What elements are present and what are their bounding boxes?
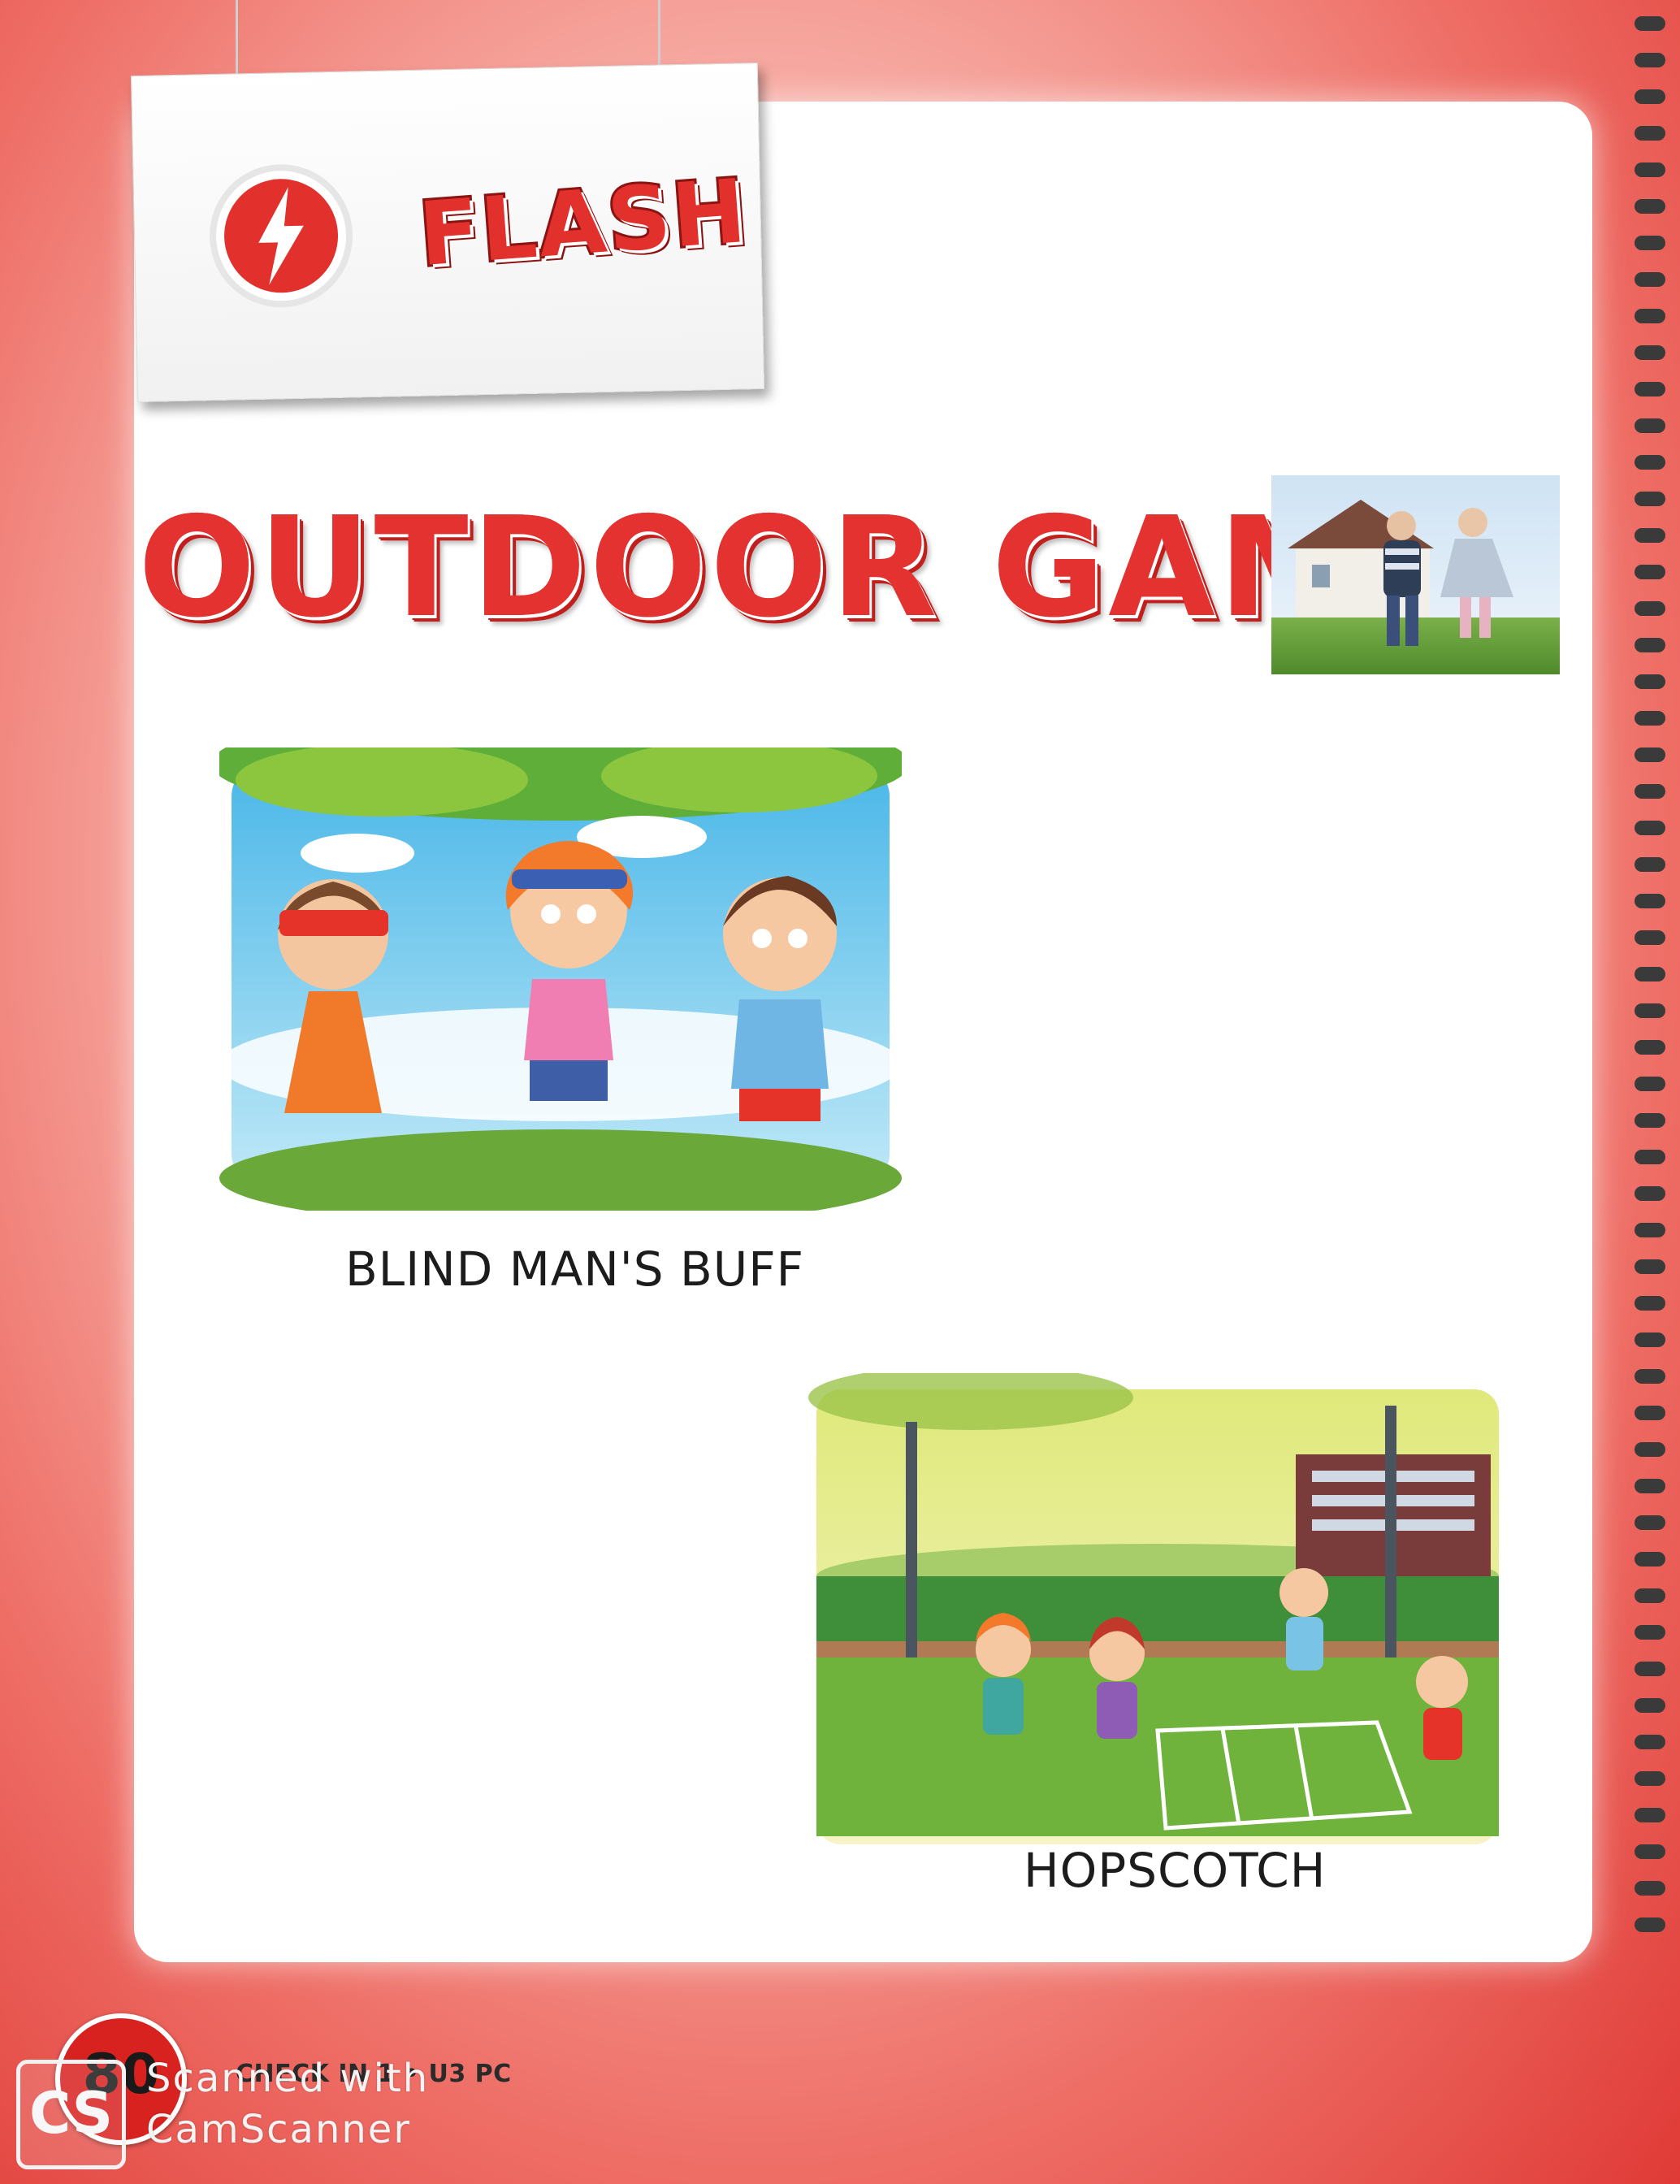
spiral-coil: [1635, 309, 1665, 323]
spiral-coil: [1635, 1077, 1665, 1091]
flash-sign: FLASH: [130, 62, 765, 403]
spiral-coil: [1635, 16, 1665, 31]
spiral-coil: [1635, 1186, 1665, 1201]
spiral-coil: [1635, 89, 1665, 104]
spiral-coil: [1635, 492, 1665, 506]
spiral-coil: [1635, 821, 1665, 835]
spiral-coil: [1635, 1735, 1665, 1749]
caption-blind-mans-buff: BLIND MAN'S BUFF: [345, 1242, 804, 1297]
spiral-coil: [1635, 1442, 1665, 1457]
children-hopscotch-illustration: [808, 1373, 1499, 1844]
spiral-coil: [1635, 930, 1665, 945]
spiral-coil: [1635, 967, 1665, 982]
spiral-coil: [1635, 1625, 1665, 1640]
spiral-coil: [1635, 894, 1665, 908]
spiral-coil: [1635, 638, 1665, 652]
spiral-coil: [1635, 382, 1665, 396]
watermark-line-1: Scanned with: [146, 2056, 430, 2101]
spiral-coil: [1635, 1296, 1665, 1311]
spiral-coil: [1635, 711, 1665, 726]
spiral-coil: [1635, 1808, 1665, 1822]
spiral-coil: [1635, 601, 1665, 616]
spiral-coil: [1635, 1588, 1665, 1603]
spiral-coil: [1635, 528, 1665, 543]
spiral-coil: [1635, 272, 1665, 287]
spiral-coil: [1635, 748, 1665, 762]
spiral-binding: [1635, 16, 1665, 1932]
spiral-coil: [1635, 1113, 1665, 1128]
spiral-coil: [1635, 1406, 1665, 1420]
spiral-coil: [1635, 1332, 1665, 1347]
spiral-coil: [1635, 1771, 1665, 1786]
spiral-coil: [1635, 784, 1665, 799]
spiral-coil: [1635, 455, 1665, 470]
spiral-coil: [1635, 1223, 1665, 1237]
flash-label: FLASH: [414, 158, 753, 288]
camscanner-logo-icon: CS: [16, 2060, 126, 2169]
spiral-coil: [1635, 1662, 1665, 1676]
children-blindfold-illustration: [219, 748, 902, 1211]
spiral-coil: [1635, 1150, 1665, 1164]
spiral-coil: [1635, 857, 1665, 872]
spiral-coil: [1635, 1918, 1665, 1932]
spiral-coil: [1635, 1552, 1665, 1566]
spiral-coil: [1635, 345, 1665, 360]
spiral-coil: [1635, 674, 1665, 689]
spiral-coil: [1635, 1040, 1665, 1055]
watermark-logo-text: CS: [28, 2080, 114, 2147]
spiral-coil: [1635, 1844, 1665, 1859]
lightning-bolt-icon: [210, 164, 353, 308]
caption-hopscotch: HOPSCOTCH: [1024, 1843, 1327, 1898]
spiral-coil: [1635, 1003, 1665, 1018]
spiral-coil: [1635, 1479, 1665, 1493]
spiral-coil: [1635, 1515, 1665, 1530]
spiral-coil: [1635, 1698, 1665, 1713]
spiral-coil: [1635, 565, 1665, 579]
spiral-coil: [1635, 1259, 1665, 1274]
children-running-photo: [1271, 475, 1560, 674]
spiral-coil: [1635, 1881, 1665, 1896]
scanner-watermark: CS Scanned with CamScanner: [16, 2056, 471, 2173]
spiral-coil: [1635, 53, 1665, 67]
page-title: OUTDOOR GAMES: [134, 483, 1561, 652]
spiral-coil: [1635, 236, 1665, 250]
spiral-coil: [1635, 126, 1665, 141]
watermark-line-2: CamScanner: [146, 2107, 412, 2152]
spiral-coil: [1635, 162, 1665, 177]
spiral-coil: [1635, 418, 1665, 433]
spiral-coil: [1635, 199, 1665, 214]
spiral-coil: [1635, 1369, 1665, 1384]
